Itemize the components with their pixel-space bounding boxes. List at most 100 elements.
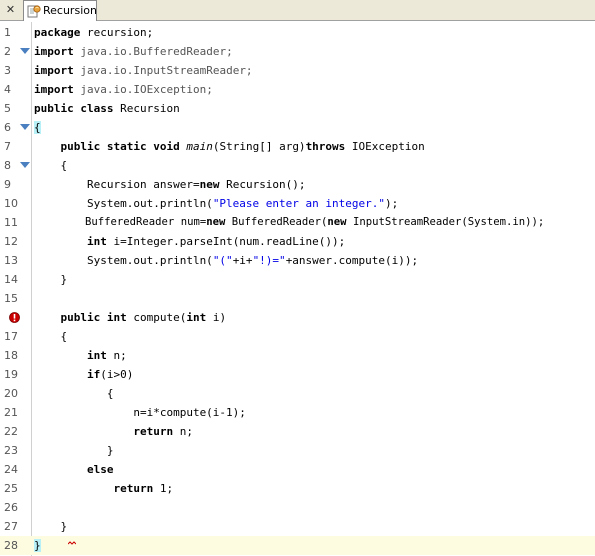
code-token: n; [106,349,127,362]
line-number: 4 [4,83,11,96]
matching-brace: } [34,539,41,552]
code-line-20[interactable]: 20 { [0,384,595,403]
code-token: Recursion(); [219,178,306,191]
fold-collapse-icon[interactable] [20,162,30,169]
code-text: } [34,520,68,533]
code-token: 1; [153,482,174,495]
code-text: package recursion; [34,23,153,42]
keyword: class [73,102,114,115]
line-number: 22 [4,425,18,438]
code-text: public int compute(int i) [34,308,227,327]
editor-tab-bar: ✕ Recursion [0,0,595,21]
line-number: 2 [4,45,11,58]
fold-collapse-icon[interactable] [20,48,30,55]
keyword: public static void [60,140,180,153]
tab-recursion[interactable]: Recursion [23,0,97,21]
line-number: 3 [4,64,11,77]
code-text: import java.io.IOException; [34,80,213,99]
code-text: } [34,444,114,457]
code-text: { [34,118,41,137]
code-line-26[interactable]: 26 [0,498,595,517]
line-number: 18 [4,349,18,362]
line-number: 10 [4,197,18,210]
line-number: 26 [4,501,18,514]
code-line-25[interactable]: 25 return 1; [0,479,595,498]
code-line-10[interactable]: 10 System.out.println("Please enter an i… [0,194,595,213]
import-path: java.io.InputStreamReader; [73,64,253,77]
keyword: throws [305,140,346,153]
line-number: 19 [4,368,18,381]
code-line-11[interactable]: 11 BufferedReader num=new BufferedReader… [0,213,595,232]
code-token: (String[] arg) [212,140,306,153]
code-token: ); [385,197,399,210]
code-line-18[interactable]: 18 int n; [0,346,595,365]
matching-brace: { [34,121,41,134]
code-token: System.out.println( [34,197,213,210]
error-badge-icon[interactable] [9,312,20,323]
keyword: import [34,45,74,58]
code-token: Recursion [113,102,180,115]
code-line-19[interactable]: 19 if(i>0) [0,365,595,384]
code-text: { [34,387,114,400]
import-path: java.io.IOException; [73,83,213,96]
code-text: } [34,273,68,286]
code-editor[interactable]: 1 package recursion; 2 import java.io.Bu… [0,22,595,556]
line-number: 21 [4,406,18,419]
code-line-28[interactable]: 28 } [0,536,595,555]
code-line-24[interactable]: 24 else [0,460,595,479]
code-line-21[interactable]: 21 n=i*compute(i-1); [0,403,595,422]
code-line-12[interactable]: 12 int i=Integer.parseInt(num.readLine()… [0,232,595,251]
line-number: 11 [4,216,18,229]
code-line-22[interactable]: 22 return n; [0,422,595,441]
code-token: +i+ [232,254,253,267]
line-number: 13 [4,254,18,267]
code-line-4[interactable]: 4 import java.io.IOException; [0,80,595,99]
line-number: 8 [4,159,11,172]
code-text: int n; [34,346,127,365]
code-token: BufferedReader num= [34,216,207,228]
code-line-6[interactable]: 6 { [0,118,595,137]
code-line-16[interactable]: public int compute(int i) [0,308,595,327]
code-line-1[interactable]: 1 package recursion; [0,23,595,42]
keyword: return [133,425,174,438]
code-line-14[interactable]: 14 } [0,270,595,289]
code-text: else [34,460,114,479]
tab-label: Recursion [43,4,97,17]
java-source-file-icon [27,5,41,18]
keyword: public [34,102,74,115]
fold-collapse-icon[interactable] [20,124,30,131]
code-line-3[interactable]: 3 import java.io.InputStreamReader; [0,61,595,80]
code-text: import java.io.BufferedReader; [34,42,233,61]
code-line-7[interactable]: 7 public static void main(String[] arg)t… [0,137,595,156]
line-number: 15 [4,292,18,305]
code-token: System.out.println( [34,254,213,267]
line-number: 1 [4,26,11,39]
code-text: BufferedReader num=new BufferedReader(ne… [34,213,544,232]
code-line-13[interactable]: 13 System.out.println("("+i+"!)="+answer… [0,251,595,270]
code-text: System.out.println("Please enter an inte… [34,194,398,213]
close-tab-icon[interactable]: ✕ [3,2,18,18]
line-number: 5 [4,102,11,115]
code-line-5[interactable]: 5 public class Recursion [0,99,595,118]
keyword: int [186,311,207,324]
line-number: 25 [4,482,18,495]
keyword: package [34,26,81,39]
code-line-8[interactable]: 8 { [0,156,595,175]
string-literal: "(" [212,254,233,267]
line-number: 17 [4,330,18,343]
code-line-27[interactable]: 27 } [0,517,595,536]
line-number: 6 [4,121,11,134]
code-text: System.out.println("("+i+"!)="+answer.co… [34,251,418,270]
code-line-15[interactable]: 15 [0,289,595,308]
code-line-23[interactable]: 23 } [0,441,595,460]
keyword: import [34,64,74,77]
code-line-2[interactable]: 2 import java.io.BufferedReader; [0,42,595,61]
code-line-9[interactable]: 9 Recursion answer=new Recursion(); [0,175,595,194]
code-token: i) [206,311,227,324]
string-literal: "Please enter an integer." [212,197,385,210]
code-line-17[interactable]: 17 { [0,327,595,346]
